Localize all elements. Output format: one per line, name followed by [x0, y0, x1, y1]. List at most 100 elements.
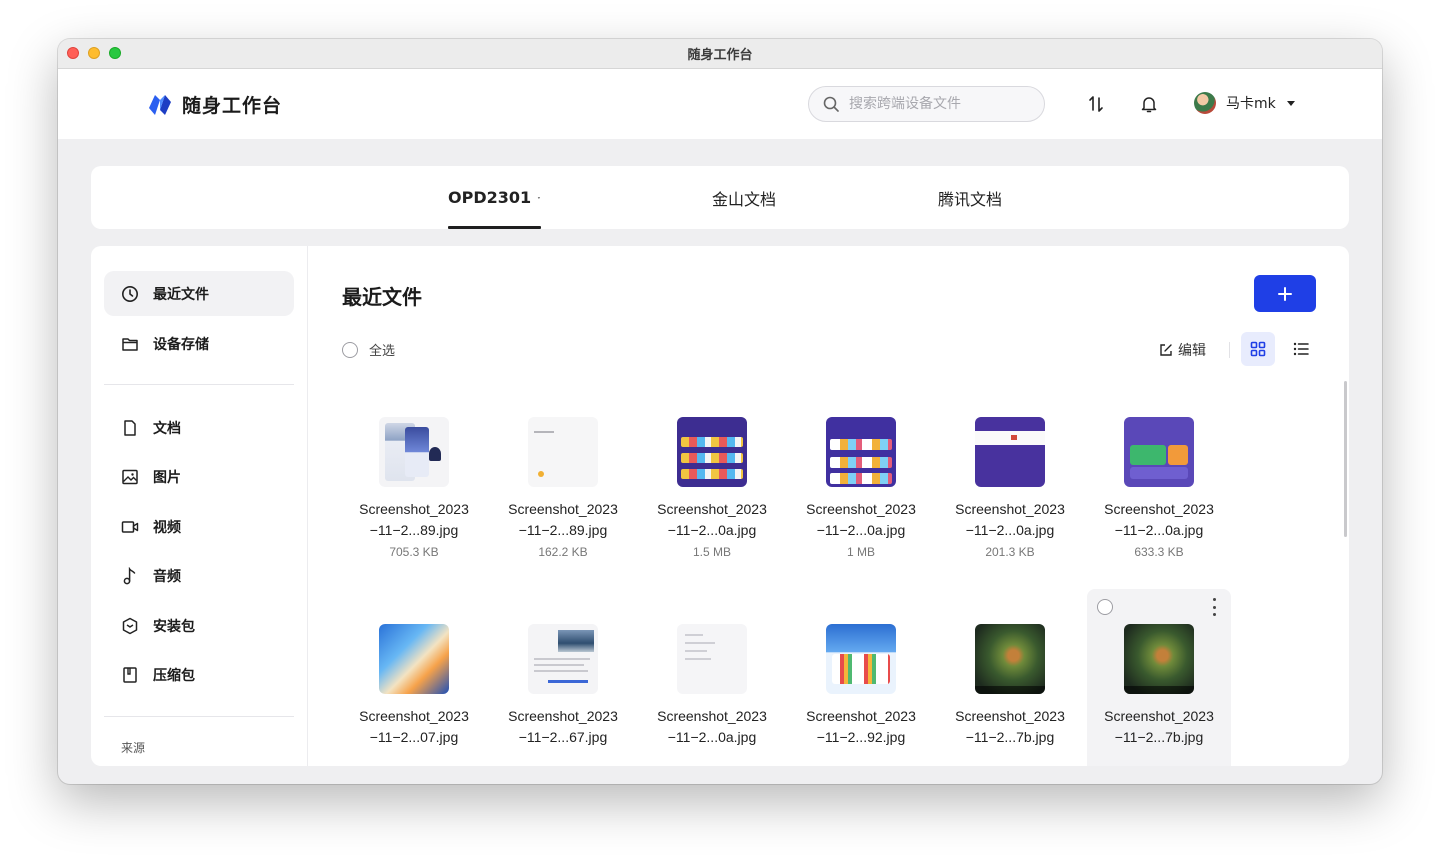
app-logo-icon: [149, 94, 171, 115]
video-icon: [121, 520, 139, 533]
content-scrollbar[interactable]: [1344, 381, 1347, 537]
sidebar-item-images[interactable]: 图片: [104, 454, 294, 499]
file-name: Screenshot_2023 −11−2...0a.jpg: [1104, 501, 1214, 538]
user-name: 马卡mk: [1226, 96, 1276, 112]
page-title: 最近文件: [342, 285, 422, 309]
window-title: 随身工作台: [687, 48, 753, 63]
folder-icon: [122, 337, 138, 351]
file-select-checkbox[interactable]: [1097, 599, 1113, 615]
file-card[interactable]: Screenshot_2023 −11−2...67.jpg: [491, 589, 635, 766]
sidebar-divider: [104, 384, 294, 385]
file-thumbnail: [826, 417, 896, 487]
file-card[interactable]: Screenshot_2023 −11−2...89.jpg 705.3 KB: [342, 396, 486, 616]
transfer-icon[interactable]: [1086, 94, 1106, 114]
tab-label: 金山文档: [712, 189, 777, 209]
file-thumbnail: [528, 624, 598, 694]
file-size: 705.3 KB: [389, 545, 439, 559]
music-note-icon: [123, 566, 136, 584]
sidebar-item-label: 音频: [153, 568, 181, 585]
file-name: Screenshot_2023 −11−2...89.jpg: [508, 501, 618, 538]
file-card[interactable]: Screenshot_2023 −11−2...92.jpg: [789, 589, 933, 766]
document-icon: [124, 419, 136, 436]
caret-down-icon: [1286, 101, 1295, 106]
tab-kingsoft-docs[interactable]: 金山文档: [712, 166, 776, 229]
file-name: Screenshot_2023 −11−2...0a.jpg: [657, 501, 767, 538]
image-icon: [122, 469, 138, 484]
sidebar: 最近文件 设备存储 文档 图片 视频 音频 安装包 压缩包 来源: [91, 246, 308, 766]
file-card[interactable]: Screenshot_2023 −11−2...0a.jpg 1 MB: [789, 396, 933, 616]
sidebar-item-documents[interactable]: 文档: [104, 405, 294, 450]
sidebar-item-packages[interactable]: 安装包: [104, 603, 294, 648]
file-name: Screenshot_2023 −11−2...67.jpg: [508, 708, 618, 745]
grid-view-button[interactable]: [1241, 332, 1275, 366]
sidebar-item-archives[interactable]: 压缩包: [104, 652, 294, 697]
sidebar-item-label: 最近文件: [153, 286, 209, 303]
file-card[interactable]: Screenshot_2023 −11−2...7b.jpg: [938, 589, 1082, 766]
edit-button[interactable]: 编辑: [1159, 340, 1206, 360]
search-icon: [823, 96, 839, 112]
sidebar-item-recent[interactable]: 最近文件: [104, 271, 294, 316]
file-name: Screenshot_2023 −11−2...0a.jpg: [955, 501, 1065, 538]
sidebar-item-label: 压缩包: [153, 667, 195, 684]
file-size: 1.5 MB: [692, 545, 731, 559]
list-view-icon: [1293, 342, 1309, 356]
list-view-button[interactable]: [1284, 332, 1318, 366]
file-card[interactable]: Screenshot_2023 −11−2...0a.jpg 1.5 MB: [640, 396, 784, 616]
tab-device-opd2301[interactable]: OPD2301: [448, 166, 541, 229]
caret-down-icon: [537, 196, 541, 199]
toolbar-divider: [1229, 342, 1230, 358]
file-card[interactable]: Screenshot_2023 −11−2...0a.jpg 633.3 KB: [1087, 396, 1231, 616]
avatar: [1194, 92, 1216, 114]
file-name: Screenshot_2023 −11−2...7b.jpg: [955, 708, 1065, 745]
app-name: 随身工作台: [182, 95, 283, 117]
file-card[interactable]: Screenshot_2023 −11−2...0a.jpg: [640, 589, 784, 766]
file-thumbnail: [826, 624, 896, 694]
sidebar-item-audio[interactable]: 音频: [104, 553, 294, 598]
plus-icon: [1278, 286, 1292, 301]
file-thumbnail: [379, 624, 449, 694]
device-tab-bar: OPD2301 金山文档 腾讯文档: [91, 166, 1349, 229]
minimize-window-button[interactable]: [88, 47, 100, 59]
select-all-label: 全选: [369, 344, 396, 359]
file-thumbnail: [1124, 417, 1194, 487]
package-icon: [122, 617, 138, 634]
file-name: Screenshot_2023 −11−2...07.jpg: [359, 708, 469, 745]
search-box[interactable]: [808, 86, 1045, 122]
window-controls: [67, 47, 121, 59]
file-card[interactable]: Screenshot_2023 −11−2...07.jpg: [342, 589, 486, 766]
edit-icon: [1160, 344, 1172, 356]
sidebar-item-videos[interactable]: 视频: [104, 504, 294, 549]
app-logo[interactable]: 随身工作台: [148, 91, 282, 118]
file-name: Screenshot_2023 −11−2...89.jpg: [359, 501, 469, 538]
tab-tencent-docs[interactable]: 腾讯文档: [938, 166, 1002, 229]
file-name: Screenshot_2023 −11−2...7b.jpg: [1104, 708, 1214, 745]
file-thumbnail: [1124, 624, 1194, 694]
sidebar-item-device-storage[interactable]: 设备存储: [104, 321, 294, 366]
user-menu[interactable]: 马卡mk: [1194, 92, 1296, 114]
file-thumbnail: [677, 417, 747, 487]
close-window-button[interactable]: [67, 47, 79, 59]
add-button[interactable]: [1254, 275, 1316, 312]
file-card[interactable]: Screenshot_2023 −11−2...7b.jpg: [1087, 589, 1231, 766]
select-all-checkbox[interactable]: [342, 341, 358, 358]
file-card[interactable]: Screenshot_2023 −11−2...0a.jpg 201.3 KB: [938, 396, 1082, 616]
file-size: 1 MB: [846, 545, 875, 559]
file-name: Screenshot_2023 −11−2...92.jpg: [806, 708, 916, 745]
sidebar-item-label: 文档: [153, 420, 181, 437]
file-thumbnail: [528, 417, 598, 487]
file-thumbnail: [975, 624, 1045, 694]
search-input[interactable]: [849, 96, 1019, 112]
app-window: 随身工作台 随身工作台 搜索跨端设备文件 马卡mk OPD2301 金山文档 腾…: [58, 39, 1382, 784]
clock-icon: [122, 285, 138, 302]
sidebar-item-label: 图片: [153, 469, 181, 486]
tab-label: 腾讯文档: [938, 189, 1003, 209]
zoom-window-button[interactable]: [109, 47, 121, 59]
file-thumbnail: [975, 417, 1045, 487]
select-all-toggle[interactable]: 全选: [342, 340, 395, 359]
file-card[interactable]: Screenshot_2023 −11−2...89.jpg 162.2 KB: [491, 396, 635, 616]
source-section-label: 来源: [121, 741, 146, 755]
tab-label: OPD2301: [448, 188, 532, 207]
bell-icon[interactable]: [1139, 94, 1159, 114]
more-options-icon[interactable]: [1210, 598, 1218, 616]
active-tab-indicator: [448, 226, 541, 229]
